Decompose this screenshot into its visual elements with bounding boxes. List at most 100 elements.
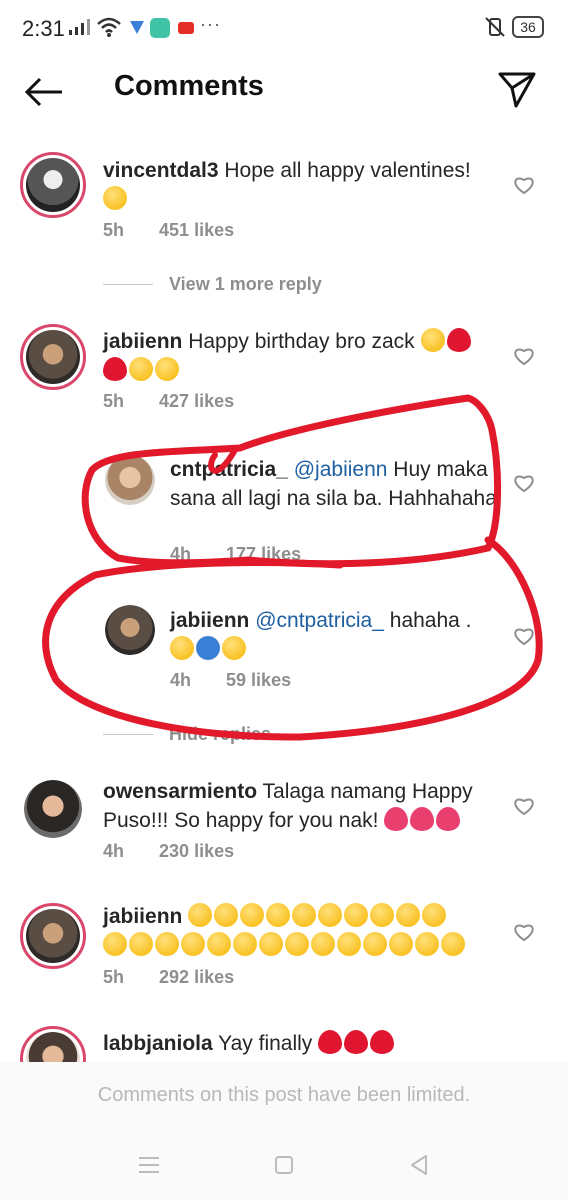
heart-outline-icon[interactable] — [513, 473, 535, 493]
heart-eyes-emoji — [129, 357, 153, 381]
comment-body: Happy birthday bro zack — [188, 330, 415, 353]
heart-eyes-emoji — [259, 932, 283, 956]
hugging-people-emoji — [196, 636, 220, 660]
pleading-face-emoji — [415, 932, 439, 956]
view-replies-link[interactable]: View 1 more reply — [169, 274, 322, 295]
comment-body: hahaha . — [389, 609, 472, 632]
heart-eyes-emoji — [155, 357, 179, 381]
comment-username[interactable]: jabiienn — [103, 330, 182, 353]
two-hearts-emoji — [370, 1030, 395, 1054]
two-hearts-emoji — [318, 1030, 343, 1054]
heart-outline-icon[interactable] — [513, 346, 535, 366]
smiling-face-hearts-emoji — [370, 903, 395, 927]
page-title: Comments — [114, 70, 264, 102]
comment-username[interactable]: owensarmiento — [103, 780, 257, 803]
comment-body: Yay finally — [218, 1032, 313, 1055]
heart-eyes-emoji — [129, 932, 153, 956]
sparkling-heart-emoji — [436, 807, 461, 831]
comment-time: 5h — [103, 967, 125, 987]
smiling-face-hearts-emoji — [318, 903, 343, 927]
reply-divider — [103, 734, 153, 735]
mention-link[interactable]: @cntpatricia_ — [255, 609, 384, 632]
smiling-face-hearts-emoji — [188, 903, 213, 927]
direct-message-icon[interactable] — [496, 70, 538, 110]
pleading-face-emoji — [337, 932, 361, 956]
comment-meta: 5h 292 likes — [103, 967, 264, 988]
comment-username[interactable]: jabiienn — [103, 905, 182, 928]
vibrate-mute-icon — [485, 17, 505, 37]
like-count[interactable]: 59 likes — [226, 670, 291, 690]
status-time: 2:31 — [22, 16, 65, 41]
mention-link[interactable]: @jabiienn — [294, 458, 388, 481]
like-count[interactable]: 230 likes — [159, 841, 234, 861]
red-heart-emoji — [446, 328, 471, 352]
comment-text: jabiienn @cntpatricia_ hahaha . — [170, 606, 500, 664]
kissing-face-emoji — [222, 636, 246, 660]
like-count[interactable]: 292 likes — [159, 967, 234, 987]
like-count[interactable]: 427 likes — [159, 391, 234, 411]
menu-icon[interactable] — [138, 1156, 160, 1174]
arrow-left-icon[interactable] — [22, 74, 66, 110]
avatar[interactable] — [20, 324, 86, 390]
heart-outline-icon[interactable] — [513, 175, 535, 195]
comment-username[interactable]: jabiienn — [170, 609, 249, 632]
comment-meta: 4h 177 likes — [170, 544, 331, 565]
comment-text: owensarmiento Talaga namang Happy Puso!!… — [103, 777, 503, 835]
raising-hands-emoji — [420, 328, 445, 352]
smiling-face-hearts-emoji — [396, 903, 421, 927]
signal-icon — [69, 19, 90, 35]
battery-indicator: 36 — [512, 16, 544, 38]
heart-outline-icon[interactable] — [513, 796, 535, 816]
pleading-face-emoji — [441, 932, 465, 956]
comment-meta: 5h 427 likes — [103, 391, 264, 412]
pleading-face-emoji — [363, 932, 387, 956]
comment-meta: 4h 59 likes — [170, 670, 321, 691]
avatar[interactable] — [105, 455, 155, 505]
avatar[interactable] — [24, 780, 82, 838]
two-hearts-emoji — [344, 1030, 369, 1054]
sparkling-heart-emoji — [384, 807, 409, 831]
comment-text: vincentdal3 Hope all happy valentines! — [103, 156, 493, 214]
reply-divider — [103, 284, 153, 285]
like-count[interactable]: 177 likes — [226, 544, 301, 564]
avatar[interactable] — [20, 903, 86, 969]
comment-time: 5h — [103, 220, 125, 240]
app-notification-icon — [130, 21, 144, 34]
comment-time: 4h — [170, 544, 192, 564]
comments-limited-notice: Comments on this post have been limited. — [0, 1062, 568, 1128]
comment-text: labbjaniola Yay finally — [103, 1029, 503, 1058]
comment-time: 4h — [170, 670, 192, 690]
comment-username[interactable]: labbjaniola — [103, 1032, 213, 1055]
smiling-face-hearts-emoji — [266, 903, 291, 927]
home-square-icon[interactable] — [274, 1155, 294, 1175]
avatar[interactable] — [105, 605, 155, 655]
back-triangle-icon[interactable] — [408, 1154, 430, 1176]
comment-time: 5h — [103, 391, 125, 411]
heart-outline-icon[interactable] — [513, 922, 535, 942]
pleading-face-emoji — [285, 932, 309, 956]
comment-body: Hope all happy valentines! — [224, 159, 471, 182]
smiling-face-hearts-emoji — [292, 903, 317, 927]
comment-text: jabiienn Happy birthday bro zack — [103, 327, 503, 385]
app-notification-icon — [150, 18, 170, 38]
status-bar: 2:31 ··· 36 — [0, 0, 568, 60]
comment-time: 4h — [103, 841, 125, 861]
smiling-face-hearts-emoji — [344, 903, 369, 927]
like-count[interactable]: 451 likes — [159, 220, 234, 240]
hide-replies-link[interactable]: Hide replies — [169, 724, 271, 745]
comment-username[interactable]: vincentdal3 — [103, 159, 219, 182]
heart-eyes-emoji — [155, 932, 179, 956]
comment-username[interactable]: cntpatricia_ — [170, 458, 288, 481]
youtube-icon — [178, 22, 194, 34]
heart-outline-icon[interactable] — [513, 626, 535, 646]
system-nav-bar — [0, 1128, 568, 1200]
victory-hand-emoji — [170, 636, 194, 660]
pleading-face-emoji — [389, 932, 413, 956]
smiling-face-hearts-emoji — [214, 903, 239, 927]
smiling-face-hearts-emoji — [103, 186, 127, 210]
wifi-icon — [97, 17, 121, 37]
avatar[interactable] — [20, 152, 86, 218]
smiling-face-hearts-emoji — [103, 932, 127, 956]
red-heart-emoji — [103, 357, 127, 381]
comment-text: jabiienn — [103, 902, 503, 960]
